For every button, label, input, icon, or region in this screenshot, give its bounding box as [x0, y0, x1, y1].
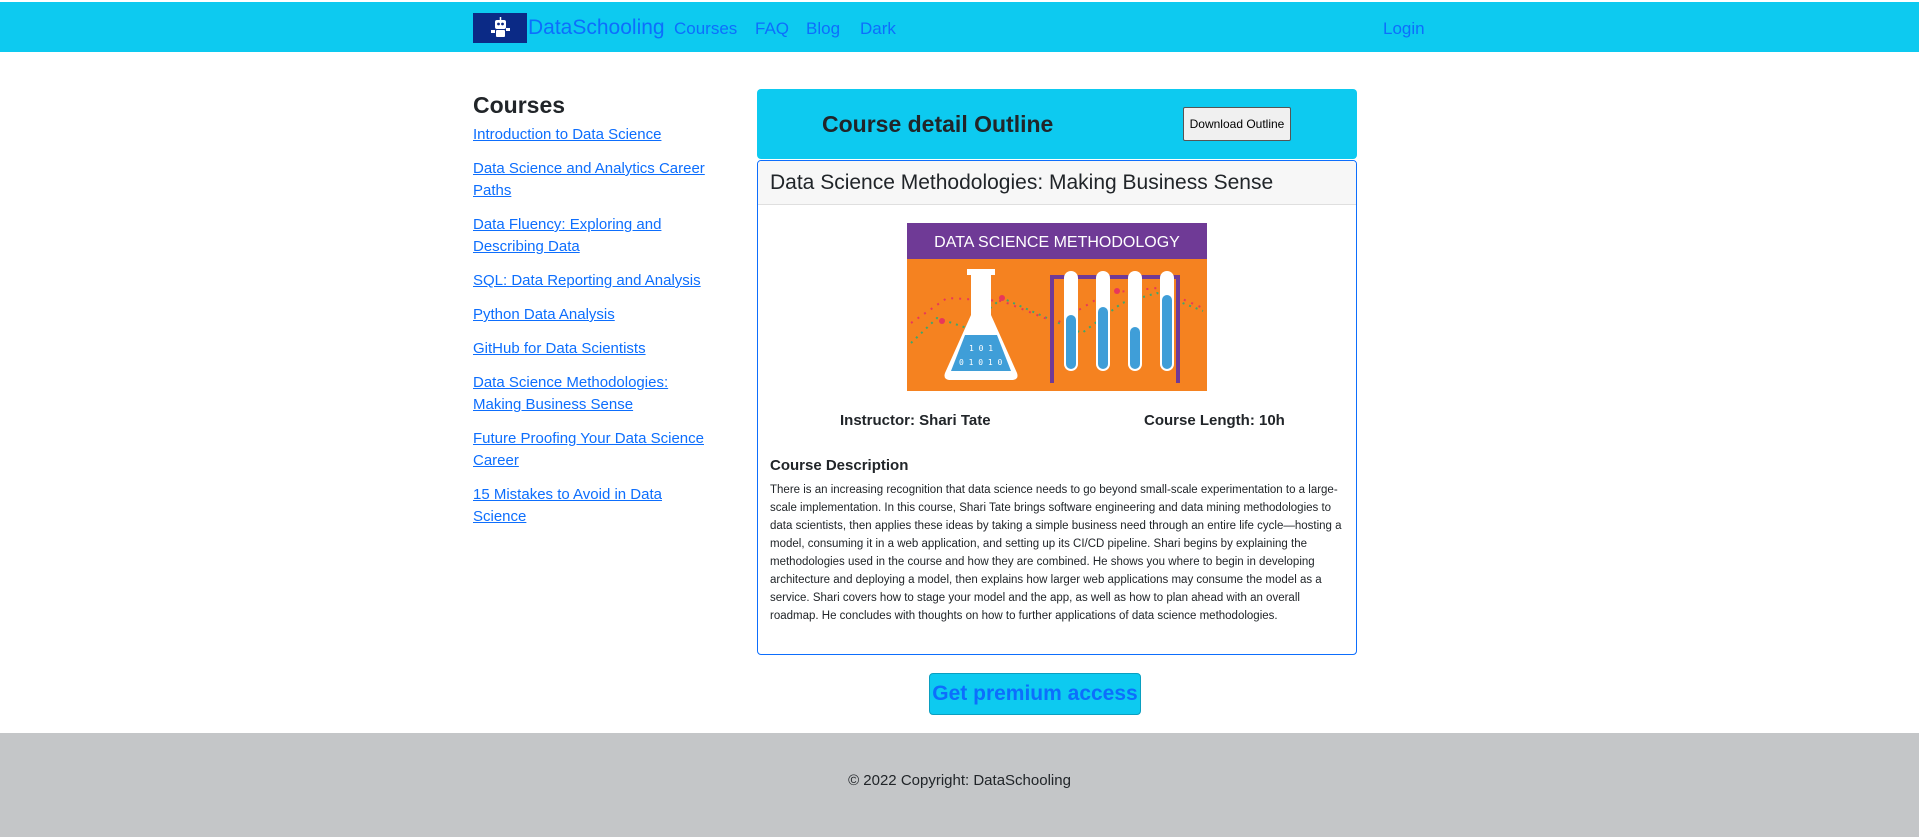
course-image: DATA SCIENCE METHODOLOGY 1 0 1 0 1 0 1 0 [907, 223, 1207, 391]
course-description: There is an increasing recognition that … [770, 484, 1342, 622]
get-premium-button[interactable]: Get premium access [929, 673, 1141, 715]
course-card: Data Science Methodologies: Making Busin… [757, 160, 1357, 655]
download-outline-button[interactable]: Download Outline [1183, 107, 1291, 141]
course-length-label: Course Length: 10h [1144, 412, 1285, 429]
course-title: Data Science Methodologies: Making Busin… [758, 161, 1356, 205]
nav-blog[interactable]: Blog [806, 19, 840, 39]
brand-name: DataSchooling [528, 16, 665, 39]
sidebar-course-link[interactable]: Data Science Methodologies: Making Busin… [473, 372, 713, 416]
nav-faq[interactable]: FAQ [755, 19, 789, 39]
sidebar-course-link[interactable]: Data Fluency: Exploring and Describing D… [473, 214, 713, 258]
description-title: Course Description [770, 457, 909, 474]
outline-header: Course detail Outline Download Outline [757, 89, 1357, 159]
brand-link[interactable]: DataSchooling [473, 13, 665, 43]
outline-title: Course detail Outline [822, 111, 1054, 137]
sidebar-course-link[interactable]: Future Proofing Your Data Science Career [473, 428, 713, 472]
nav-dark-toggle[interactable]: Dark [860, 19, 896, 39]
sidebar-course-link[interactable]: SQL: Data Reporting and Analysis [473, 270, 713, 292]
sidebar-course-link[interactable]: Python Data Analysis [473, 304, 713, 326]
sidebar-course-link[interactable]: Introduction to Data Science [473, 124, 713, 146]
sidebar-course-link[interactable]: 15 Mistakes to Avoid in Data Science [473, 484, 713, 528]
sidebar-course-link[interactable]: GitHub for Data Scientists [473, 338, 713, 360]
course-image-banner: DATA SCIENCE METHODOLOGY [934, 234, 1180, 251]
top-navbar: DataSchooling Courses FAQ Blog Dark Logi… [0, 2, 1919, 52]
footer-copyright: © 2022 Copyright: DataSchooling [848, 772, 1071, 789]
nav-courses[interactable]: Courses [674, 19, 737, 39]
svg-text:0 1 0 1 0: 0 1 0 1 0 [959, 358, 1003, 367]
instructor-label: Instructor: Shari Tate [840, 412, 991, 429]
svg-text:1 0 1: 1 0 1 [969, 344, 993, 353]
sidebar-course-link[interactable]: Data Science and Analytics Career Paths [473, 158, 713, 202]
footer: © 2022 Copyright: DataSchooling [0, 733, 1919, 837]
courses-sidebar: Courses Introduction to Data Science Dat… [473, 92, 713, 540]
sidebar-title: Courses [473, 92, 566, 118]
nav-login[interactable]: Login [1383, 19, 1425, 39]
robot-logo-icon [473, 13, 527, 43]
